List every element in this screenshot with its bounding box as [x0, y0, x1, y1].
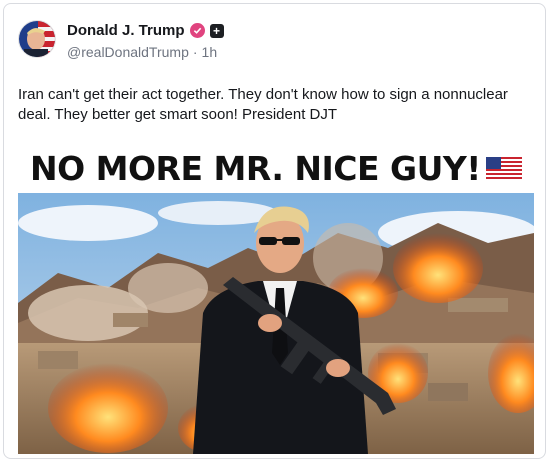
- author-name[interactable]: Donald J. Trump: [67, 22, 185, 39]
- headline-band: NO MORE MR. NICE GUY!: [18, 141, 534, 193]
- post-image[interactable]: NO MORE MR. NICE GUY!: [18, 141, 545, 454]
- author-handle[interactable]: @realDonaldTrump: [67, 44, 189, 60]
- us-flag-icon: [486, 157, 522, 186]
- post-text: Iran can't get their act together. They …: [18, 86, 508, 123]
- verified-badge-icon: [189, 23, 205, 38]
- plus-badge-icon: +: [209, 23, 224, 38]
- post-timestamp[interactable]: 1h: [202, 44, 218, 60]
- image-headline: NO MORE MR. NICE GUY!: [30, 149, 481, 188]
- author-avatar[interactable]: [18, 20, 56, 58]
- post-card[interactable]: Donald J. Trump + @realDonaldTrump · 1h …: [3, 3, 546, 459]
- meta-separator: ·: [192, 44, 198, 60]
- scene-illustration: [18, 193, 545, 454]
